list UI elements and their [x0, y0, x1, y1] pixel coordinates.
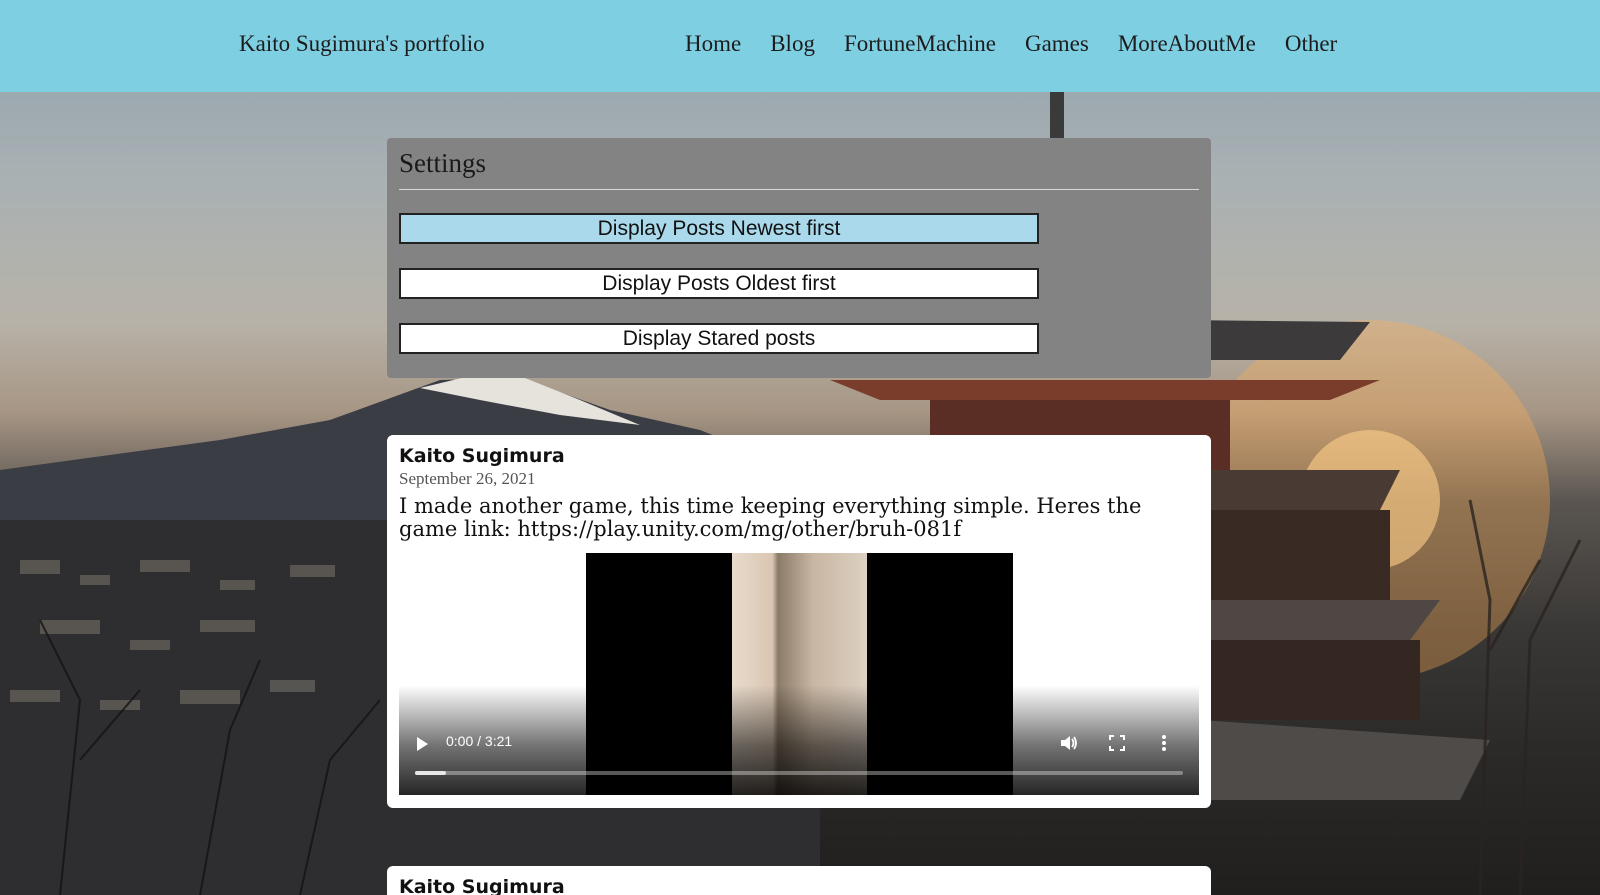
volume-icon[interactable]	[1059, 733, 1079, 753]
nav-games[interactable]: Games	[1025, 31, 1089, 57]
video-player[interactable]: 0:00 / 3:21	[399, 553, 1199, 795]
video-progress-bar[interactable]	[415, 771, 1183, 775]
nav-fortune-machine[interactable]: FortuneMachine	[844, 31, 996, 57]
settings-panel: Settings Display Posts Newest first Disp…	[387, 138, 1211, 378]
settings-title: Settings	[399, 148, 487, 178]
post-card: Kaito Sugimura	[387, 866, 1211, 895]
post-author: Kaito Sugimura	[399, 876, 565, 895]
nav-blog[interactable]: Blog	[770, 31, 815, 57]
video-progress-fill	[415, 771, 446, 775]
video-controls-overlay	[399, 685, 1199, 795]
post-card: Kaito Sugimura September 26, 2021 I made…	[387, 435, 1211, 808]
site-header: Kaito Sugimura's portfolio Home Blog For…	[0, 0, 1600, 92]
oldest-first-button[interactable]: Display Posts Oldest first	[399, 268, 1039, 299]
starred-posts-button[interactable]: Display Stared posts	[399, 323, 1039, 354]
play-icon[interactable]	[417, 737, 428, 751]
post-author: Kaito Sugimura	[399, 445, 565, 467]
main-nav: Home Blog FortuneMachine Games MoreAbout…	[685, 31, 1337, 57]
post-date: September 26, 2021	[399, 469, 536, 488]
nav-more-about-me[interactable]: MoreAboutMe	[1118, 31, 1256, 57]
nav-home[interactable]: Home	[685, 31, 741, 57]
newest-first-button[interactable]: Display Posts Newest first	[399, 213, 1039, 244]
site-title[interactable]: Kaito Sugimura's portfolio	[239, 31, 485, 57]
post-body: I made another game, this time keeping e…	[399, 494, 1142, 541]
nav-other[interactable]: Other	[1285, 31, 1337, 57]
fullscreen-icon[interactable]	[1107, 733, 1127, 753]
video-time: 0:00 / 3:21	[446, 733, 513, 749]
more-options-icon[interactable]	[1154, 733, 1174, 753]
settings-divider	[399, 189, 1199, 190]
